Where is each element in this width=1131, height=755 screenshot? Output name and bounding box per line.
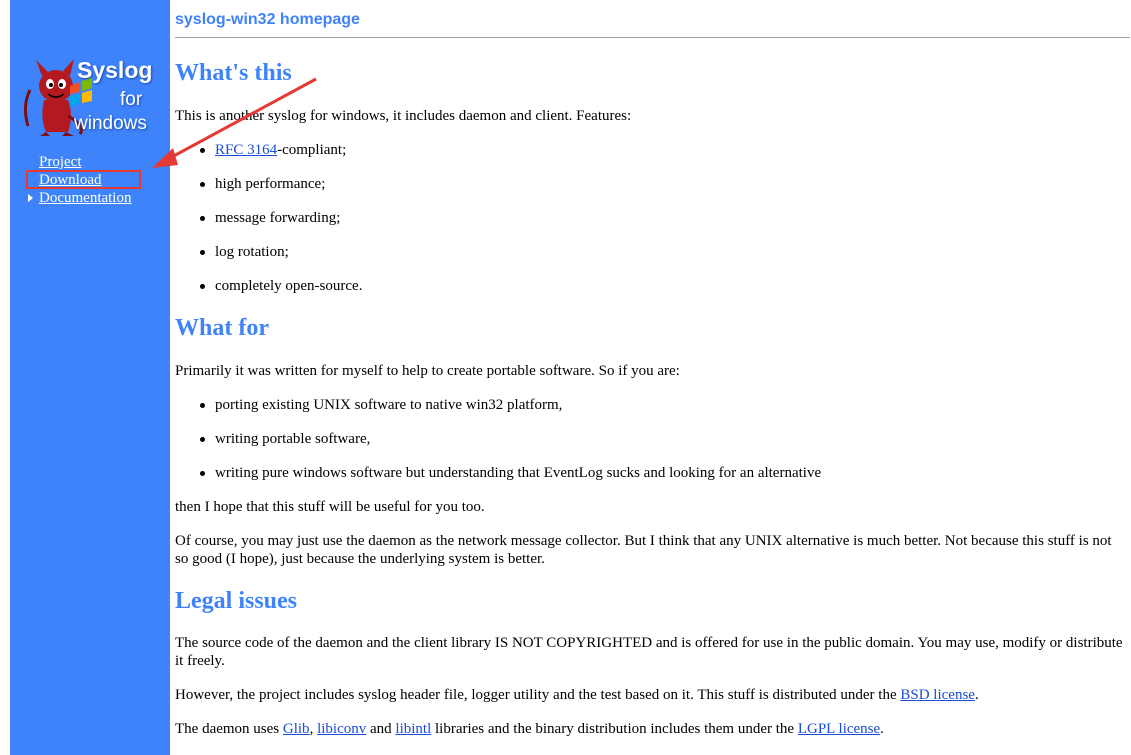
list-item: RFC 3164-compliant; <box>175 141 362 175</box>
what-for-paragraph: Of course, you may just use the daemon a… <box>175 533 1112 567</box>
paragraph-text: . <box>974 687 979 703</box>
nav-link-project[interactable]: Project <box>39 154 82 171</box>
paragraph-text: The daemon uses <box>175 721 283 737</box>
glib-link[interactable]: Glib <box>283 721 310 737</box>
list-item: writing pure windows software but unders… <box>175 464 821 498</box>
list-item: high performance; <box>175 175 362 209</box>
logo-word-windows: windows <box>74 113 147 134</box>
section-heading-legal-issues: Legal issues <box>175 588 298 614</box>
page-title: syslog-win32 homepage <box>175 11 360 28</box>
what-for-paragraph: then I hope that this stuff will be usef… <box>175 499 485 515</box>
list-item: porting existing UNIX software to native… <box>175 396 821 430</box>
legal-paragraph: The daemon uses Glib, libiconv and libin… <box>175 720 1125 738</box>
legal-paragraph: The source code of the daemon and the cl… <box>175 635 1123 669</box>
list-item: message forwarding; <box>175 209 362 243</box>
paragraph-text: , <box>309 721 318 737</box>
paragraph-text: and <box>366 721 396 737</box>
syslog-logo[interactable]: Syslog for windows <box>16 56 166 138</box>
legal-paragraph: However, the project includes syslog hea… <box>175 686 1125 704</box>
title-divider <box>175 37 1130 38</box>
use-cases-list: porting existing UNIX software to native… <box>175 396 821 498</box>
libiconv-link[interactable]: libiconv <box>317 721 366 737</box>
what-for-intro: Primarily it was written for myself to h… <box>175 363 680 379</box>
bsd-license-link[interactable]: BSD license <box>900 687 975 703</box>
sidebar: Syslog for windows Project Download Docu… <box>10 0 170 755</box>
paragraph-text: However, the project includes syslog hea… <box>175 687 901 703</box>
paragraph-text: . <box>880 721 884 737</box>
section-heading-what-for: What for <box>175 315 269 341</box>
list-item: completely open-source. <box>175 277 362 311</box>
nav-link-download[interactable]: Download <box>39 172 102 189</box>
libintl-link[interactable]: libintl <box>395 721 431 737</box>
current-page-marker-icon <box>28 194 33 202</box>
lgpl-license-link[interactable]: LGPL license <box>798 721 880 737</box>
whats-this-intro: This is another syslog for windows, it i… <box>175 108 632 124</box>
nav-link-documentation[interactable]: Documentation <box>39 190 131 207</box>
logo-word-for: for <box>120 89 143 110</box>
logo-word-syslog: Syslog <box>77 57 153 83</box>
section-heading-whats-this: What's this <box>175 60 292 86</box>
rfc-3164-link[interactable]: RFC 3164 <box>215 142 277 158</box>
list-item: log rotation; <box>175 243 362 277</box>
list-item: writing portable software, <box>175 430 821 464</box>
list-item-text: -compliant; <box>277 142 347 158</box>
paragraph-text: libraries and the binary distribution in… <box>431 721 798 737</box>
features-list: RFC 3164-compliant; high performance; me… <box>175 141 362 311</box>
